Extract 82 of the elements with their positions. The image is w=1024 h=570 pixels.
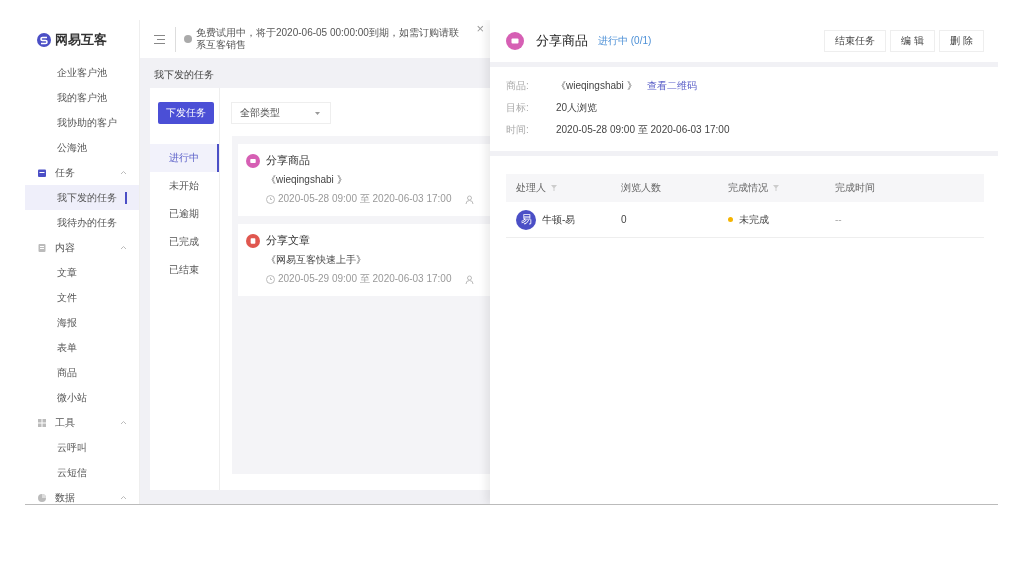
filter-icon[interactable] (551, 185, 557, 191)
nav-item[interactable]: 我协助的客户 (25, 110, 139, 135)
table-cell: 0 (621, 214, 627, 225)
task-title: 分享商品 (266, 154, 311, 168)
nav-item[interactable]: 文章 (25, 260, 139, 285)
chevron-icon[interactable] (120, 495, 127, 500)
page-title: 我下发的任务 (153, 68, 215, 82)
field-label: 商品: (506, 79, 530, 93)
section-label: 工具 (55, 415, 76, 430)
task-card[interactable]: 分享商品 《wieqingshabi 》 2020-05-28 09:00 至 2020-06-03 17:00 (238, 144, 490, 216)
task-subject: 《网易互客快速上手》 (266, 253, 367, 267)
folder-icon (246, 154, 260, 168)
status-tab[interactable]: 已结束 (150, 256, 219, 284)
nav-item[interactable]: 企业客户池 (25, 60, 139, 85)
column-header: 浏览人数 (621, 181, 661, 195)
section-label: 任务 (55, 165, 76, 180)
grid-icon (37, 417, 47, 428)
detail-title: 分享商品 (536, 32, 588, 50)
logo-icon (37, 33, 51, 47)
chevron-icon[interactable] (120, 245, 127, 250)
filter-icon[interactable] (773, 185, 779, 191)
task-card[interactable]: 分享文章 《网易互客快速上手》 2020-05-29 09:00 至 2020-06-03 17:00 (238, 224, 490, 296)
field-value: 2020-05-28 09:00 至 2020-06-03 17:00 (556, 123, 730, 137)
action-button[interactable]: 删 除 (939, 30, 984, 52)
status-text: 进行中 (0/1) (598, 34, 653, 48)
status-tab[interactable]: 已逾期 (150, 200, 219, 228)
table-cell: 未完成 (739, 212, 769, 227)
status-tab[interactable]: 进行中 (150, 144, 219, 172)
nav-section[interactable]: 数据 (25, 485, 139, 504)
section-label: 数据 (55, 490, 76, 504)
field-value: 《wieqingshabi 》 (556, 79, 637, 93)
nav-item[interactable]: 海报 (25, 310, 139, 335)
nav-item[interactable]: 公海池 (25, 135, 139, 160)
action-button[interactable]: 编 辑 (890, 30, 936, 52)
clock-icon (266, 194, 275, 204)
nav-item[interactable]: 商品 (25, 360, 139, 385)
column-header: 完成时间 (835, 181, 875, 195)
person-icon (465, 194, 475, 204)
folder-icon (506, 32, 524, 50)
column-header: 完成情况 (728, 181, 768, 195)
type-select[interactable]: 全部类型 (231, 102, 331, 124)
table-cell: -- (835, 214, 842, 225)
task-time: 2020-05-29 09:00 至 2020-06-03 17:00 (278, 272, 452, 286)
table-cell: 牛顿-易 (542, 212, 576, 227)
status-tab[interactable]: 未开始 (150, 172, 219, 200)
status-tab[interactable]: 已完成 (150, 228, 219, 256)
nav-section[interactable]: 内容 (25, 235, 139, 260)
document-icon (246, 234, 260, 248)
notice-text: 免费试用中，将于2020-06-05 00:00:00到期，如需订购请联系互客销售 (196, 26, 460, 52)
nav-section[interactable]: 工具 (25, 410, 139, 435)
pie-icon (37, 492, 47, 503)
nav-section[interactable]: 任务 (25, 160, 139, 185)
chevron-icon[interactable] (120, 420, 127, 425)
task-subject: 《wieqingshabi 》 (266, 173, 348, 187)
field-value: 20人浏览 (556, 101, 598, 115)
clock-icon (266, 274, 275, 284)
nav-item[interactable]: 我待办的任务 (25, 210, 139, 235)
avatar: 易 (516, 209, 536, 230)
task-time: 2020-05-28 09:00 至 2020-06-03 17:00 (278, 192, 452, 206)
document-icon (37, 242, 47, 253)
field-label: 时间: (506, 123, 530, 137)
task-title: 分享文章 (266, 234, 311, 248)
issue-task-button[interactable]: 下发任务 (158, 102, 214, 124)
section-label: 内容 (55, 240, 76, 255)
chevron-icon[interactable] (120, 170, 127, 175)
nav-item[interactable]: 我下发的任务 (25, 185, 139, 210)
nav-item[interactable]: 我的客户池 (25, 85, 139, 110)
nav-item[interactable]: 微小站 (25, 385, 139, 410)
person-icon (465, 274, 475, 284)
qr-code-link[interactable]: 查看二维码 (646, 79, 697, 93)
nav-item[interactable]: 表单 (25, 335, 139, 360)
info-icon (184, 35, 192, 43)
menu-icon[interactable] (154, 34, 165, 44)
nav-item[interactable]: 云短信 (25, 460, 139, 485)
action-button[interactable]: 结束任务 (824, 30, 887, 52)
calendar-icon (37, 167, 47, 178)
field-label: 目标: (506, 101, 530, 115)
nav-item[interactable]: 文件 (25, 285, 139, 310)
caret-icon (315, 111, 320, 115)
nav-item[interactable]: 云呼叫 (25, 435, 139, 460)
logo-text: 网易互客 (55, 31, 107, 49)
column-header: 处理人 (516, 181, 546, 195)
